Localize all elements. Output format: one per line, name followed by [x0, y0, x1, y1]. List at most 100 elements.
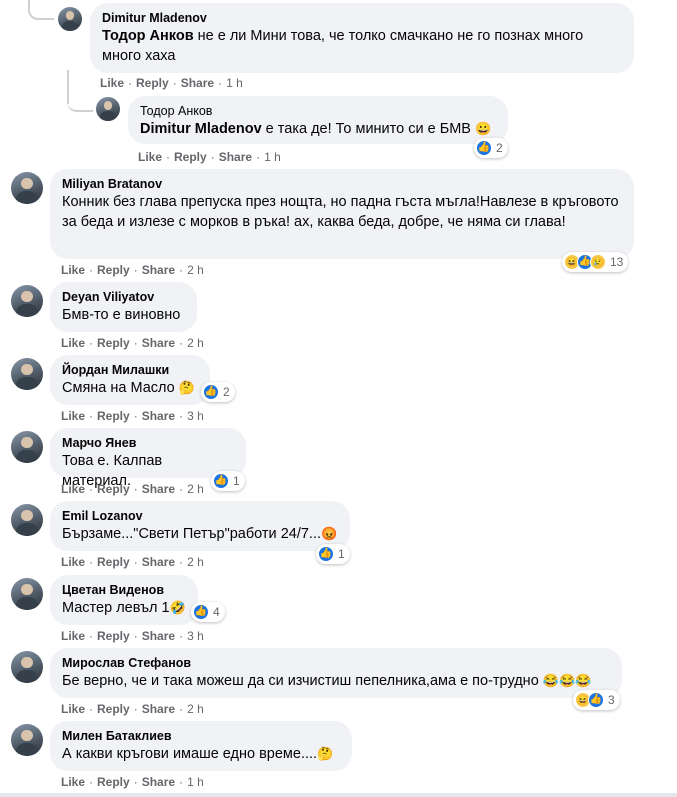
share-button[interactable]: Share — [142, 263, 175, 277]
reaction-summary[interactable]: 😆 👍 3 — [573, 690, 620, 710]
timestamp[interactable]: 1 h — [187, 775, 204, 789]
avatar[interactable] — [11, 431, 43, 463]
comment-actions: Like · Reply · Share · 3 h — [61, 409, 204, 423]
timestamp[interactable]: 3 h — [187, 629, 204, 643]
timestamp[interactable]: 1 h — [264, 150, 281, 164]
comment-author[interactable]: Милен Батаклиев — [62, 728, 340, 744]
comment-actions: Like · Reply · Share · 2 h — [61, 482, 204, 496]
avatar[interactable] — [11, 358, 43, 390]
comment-bubble: Тодор Анков Dimitur Mladenov е така де! … — [128, 96, 508, 144]
reply-button[interactable]: Reply — [97, 409, 130, 423]
timestamp[interactable]: 2 h — [187, 555, 204, 569]
avatar[interactable] — [11, 578, 43, 610]
grin-emoji: 😀 — [475, 121, 492, 136]
comment-body: Мастер левъл 1 — [62, 600, 170, 616]
comment-author[interactable]: Мирослав Стефанов — [62, 655, 610, 671]
like-button[interactable]: Like — [61, 775, 85, 789]
avatar[interactable] — [11, 724, 43, 756]
comment-bubble: Милен Батаклиев А какви кръгови имаше ед… — [50, 721, 352, 771]
like-button[interactable]: Like — [61, 336, 85, 350]
comment-author[interactable]: Марчо Янев — [62, 435, 234, 451]
like-button[interactable]: Like — [100, 76, 124, 90]
comment-actions: Like · Reply · Share · 2 h — [61, 263, 204, 277]
reaction-summary[interactable]: 👍 1 — [211, 471, 245, 491]
share-button[interactable]: Share — [181, 76, 214, 90]
share-button[interactable]: Share — [142, 409, 175, 423]
reply-button[interactable]: Reply — [97, 702, 130, 716]
comment-text: Dimitur Mladenov е така де! То минито си… — [140, 119, 496, 139]
timestamp[interactable]: 1 h — [226, 76, 243, 90]
like-button[interactable]: Like — [61, 482, 85, 496]
mention-link[interactable]: Тодор Анков — [102, 28, 194, 44]
mention-link[interactable]: Dimitur Mladenov — [140, 121, 262, 137]
thinking-emoji: 🤔 — [317, 746, 334, 761]
comment-bubble: Марчо Янев Това е. Калпав материал. — [50, 428, 246, 489]
comment-bubble: Цветан Виденов Мастер левъл 1🤣 — [50, 575, 198, 625]
parent-connector — [28, 0, 54, 20]
comment-author[interactable]: Тодор Анков — [140, 103, 496, 119]
comment-bubble: Deyan Viliyatov Бмв-то е виновно — [50, 282, 197, 332]
comment-body: Бързаме..."Свети Петър"работи 24/7... — [62, 526, 321, 542]
comment-bubble: Emil Lozanov Бързаме..."Свети Петър"рабо… — [50, 501, 350, 551]
reply-button[interactable]: Reply — [97, 555, 130, 569]
share-button[interactable]: Share — [142, 555, 175, 569]
avatar[interactable] — [11, 651, 43, 683]
like-icon: 👍 — [193, 604, 209, 620]
comment-bubble: Мирослав Стефанов Бе верно, че и така мо… — [50, 648, 622, 698]
timestamp[interactable]: 2 h — [187, 336, 204, 350]
like-button[interactable]: Like — [61, 555, 85, 569]
comment-body: Бе верно, че и така можеш да си изчистиш… — [62, 673, 539, 689]
avatar[interactable] — [11, 285, 43, 317]
like-button[interactable]: Like — [61, 629, 85, 643]
share-button[interactable]: Share — [142, 775, 175, 789]
reply-button[interactable]: Reply — [174, 150, 207, 164]
comment-text: Конник без глава препуска през нощта, но… — [62, 194, 619, 230]
comment-author[interactable]: Цветан Виденов — [62, 582, 186, 598]
avatar[interactable] — [11, 504, 43, 536]
timestamp[interactable]: 3 h — [187, 409, 204, 423]
reply-button[interactable]: Reply — [97, 336, 130, 350]
avatar[interactable] — [11, 172, 43, 204]
timestamp[interactable]: 2 h — [187, 482, 204, 496]
timestamp[interactable]: 2 h — [187, 702, 204, 716]
like-icon: 👍 — [203, 384, 219, 400]
comment-author[interactable]: Miliyan Bratanov — [62, 176, 622, 192]
avatar[interactable] — [58, 7, 82, 31]
timestamp[interactable]: 2 h — [187, 263, 204, 277]
reaction-summary[interactable]: 👍 4 — [191, 602, 225, 622]
like-button[interactable]: Like — [61, 702, 85, 716]
comment-author[interactable]: Dimitur Mladenov — [102, 10, 622, 26]
bottom-divider — [0, 793, 677, 797]
reply-button[interactable]: Reply — [136, 76, 169, 90]
reply-button[interactable]: Reply — [97, 775, 130, 789]
avatar[interactable] — [96, 97, 120, 121]
like-icon: 👍 — [476, 140, 492, 156]
comment-author[interactable]: Emil Lozanov — [62, 508, 338, 524]
reaction-count: 2 — [223, 385, 230, 399]
share-button[interactable]: Share — [142, 482, 175, 496]
comment-actions: Like · Reply · Share · 1 h — [138, 150, 281, 164]
comment-author[interactable]: Йордан Милашки — [62, 362, 198, 378]
comment-bubble: Йордан Милашки Смяна на Масло 🤔 — [50, 355, 210, 405]
like-button[interactable]: Like — [61, 409, 85, 423]
share-button[interactable]: Share — [142, 702, 175, 716]
reply-button[interactable]: Reply — [97, 263, 130, 277]
like-button[interactable]: Like — [138, 150, 162, 164]
reaction-summary[interactable]: 👍 1 — [316, 544, 350, 564]
share-button[interactable]: Share — [219, 150, 252, 164]
reaction-count: 1 — [338, 547, 345, 561]
comment-text: Бе верно, че и така можеш да си изчистиш… — [62, 671, 610, 691]
reply-button[interactable]: Reply — [97, 482, 130, 496]
sad-icon: 😢 — [590, 254, 606, 270]
share-button[interactable]: Share — [142, 336, 175, 350]
reaction-summary[interactable]: 👍 2 — [201, 382, 235, 402]
tears-of-joy-emoji: 😂😂😂 — [542, 673, 592, 688]
reaction-summary[interactable]: 👍 2 — [474, 138, 508, 158]
reaction-summary[interactable]: 😆 👍 😢 13 — [562, 252, 629, 272]
like-button[interactable]: Like — [61, 263, 85, 277]
comment-text: Смяна на Масло 🤔 — [62, 378, 198, 398]
share-button[interactable]: Share — [142, 629, 175, 643]
reply-button[interactable]: Reply — [97, 629, 130, 643]
angry-emoji: 😡 — [321, 526, 338, 541]
comment-author[interactable]: Deyan Viliyatov — [62, 289, 185, 305]
